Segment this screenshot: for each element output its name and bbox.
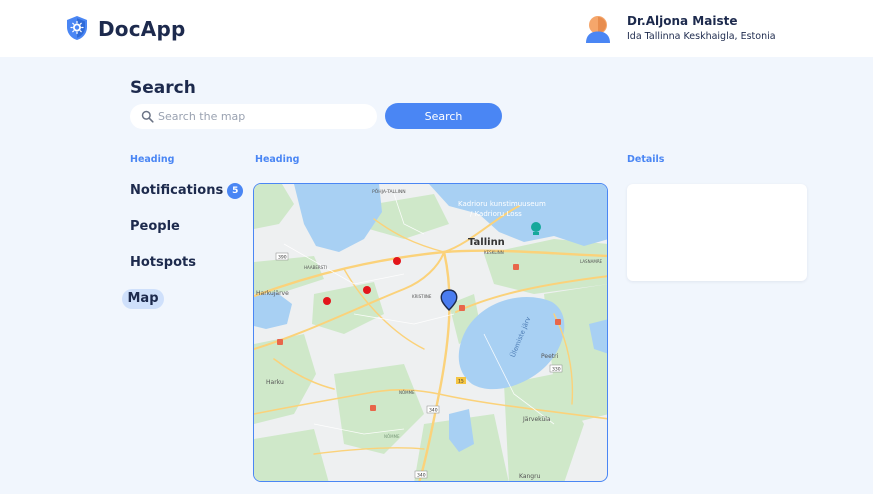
user-name[interactable]: Dr.Aljona Maiste <box>627 14 737 28</box>
road-shield-390: 390 <box>278 255 287 261</box>
notifications-count-badge: 5 <box>227 183 244 199</box>
top-bar: DocApp Dr.Aljona Maiste Ida Tallinna Kes… <box>0 0 873 57</box>
nav-item-map[interactable]: Map <box>122 289 164 309</box>
map-label-nomme-lower: NÕMME <box>384 434 400 439</box>
nav-item-hotspots[interactable]: Hotspots <box>130 255 196 270</box>
map-label-harku: Harku <box>266 379 284 386</box>
hotspot-marker[interactable] <box>363 286 371 294</box>
map-label-kadriorg-palace: / Kadrioru Loss <box>470 210 522 218</box>
map-label-kadriorg-museum: Kadrioru kunstimuuseum <box>458 200 546 208</box>
shield-logo-icon <box>67 16 87 40</box>
map-label-kesklinn: KESKLINN <box>484 250 504 255</box>
map-label-kristiine: KRISTIINE <box>412 294 432 299</box>
map-label-lasnamae: LASNAMÄE <box>580 259 603 264</box>
nav-item-people[interactable]: People <box>130 219 180 234</box>
road-shield-330: 330 <box>552 367 561 373</box>
nav-item-notifications[interactable]: Notifications 5 <box>130 183 244 199</box>
map-label-kangru: Kangru <box>519 473 541 480</box>
nav-item-notifications-label: Notifications <box>130 183 224 198</box>
map-canvas[interactable]: PÕHJA-TALLINN Kadrioru kunstimuuseum / K… <box>254 184 608 482</box>
search-title: Search <box>130 78 196 98</box>
road-shield-340-upper: 340 <box>429 408 438 414</box>
app-name: DocApp <box>98 17 186 41</box>
map-label-jarvekula: Järveküla <box>522 416 551 423</box>
user-organization: Ida Tallinna Keskhaigla, Estonia <box>627 31 776 42</box>
hotspot-marker[interactable] <box>323 297 331 305</box>
search-icon <box>141 110 154 123</box>
details-card <box>627 184 807 281</box>
map-label-harkujarve: Harkujärve <box>256 290 289 297</box>
road-shield-340-lower: 340 <box>417 473 426 479</box>
search-box[interactable] <box>130 104 377 129</box>
map-label-nomme-upper: NÕMME <box>399 390 415 395</box>
nav-heading: Heading <box>130 154 175 165</box>
map-label-pohja-tallinn: PÕHJA-TALLINN <box>372 188 406 195</box>
map-label-haabersti: HAABERSTI <box>304 265 327 270</box>
map-label-tallinn: Tallinn <box>468 237 505 248</box>
map-view[interactable]: PÕHJA-TALLINN Kadrioru kunstimuuseum / K… <box>253 183 608 482</box>
search-button[interactable]: Search <box>385 103 502 129</box>
road-shield-15: 15 <box>458 379 464 385</box>
hotspot-marker[interactable] <box>393 257 401 265</box>
user-avatar-icon[interactable] <box>584 14 612 44</box>
map-heading: Heading <box>255 154 300 165</box>
map-label-peetri: Peetri <box>541 353 559 360</box>
details-heading: Details <box>627 154 665 165</box>
search-input[interactable] <box>158 104 370 129</box>
